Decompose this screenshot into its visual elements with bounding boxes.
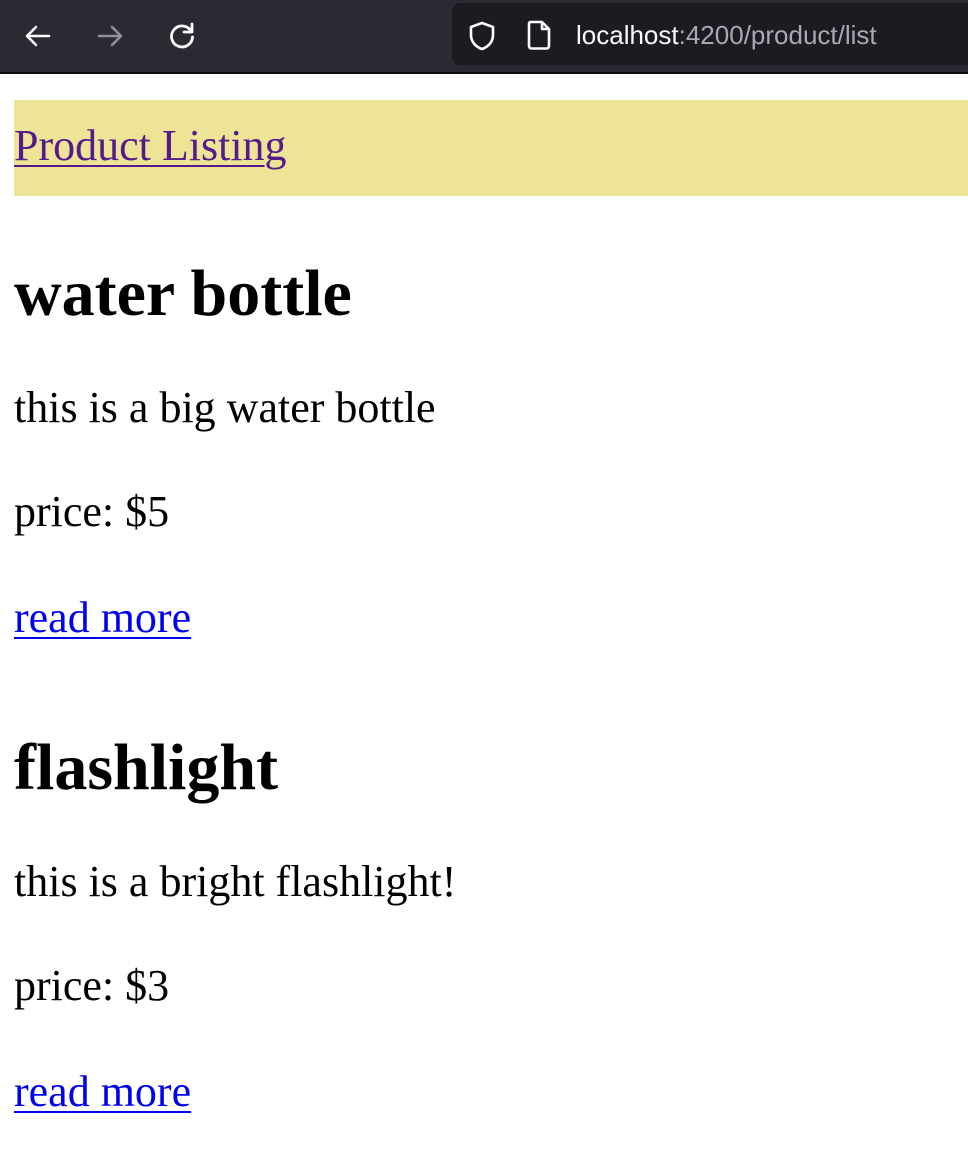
- product-name: water bottle: [14, 257, 352, 330]
- url-text[interactable]: localhost:4200/product/list: [576, 17, 877, 53]
- back-button[interactable]: [18, 16, 58, 56]
- forward-button[interactable]: [90, 16, 130, 56]
- address-bar[interactable]: localhost:4200/product/list: [452, 3, 968, 65]
- reload-icon: [170, 22, 194, 49]
- url-path: :4200/product/list: [678, 20, 877, 50]
- read-more-link[interactable]: read more: [14, 1066, 191, 1118]
- product-price: price: $3: [14, 961, 170, 1010]
- product-price: price: $5: [14, 487, 170, 536]
- shield-icon[interactable]: [466, 20, 498, 52]
- product-description: this is a bright flashlight!: [14, 857, 457, 906]
- product-listing-link[interactable]: Product Listing: [14, 120, 287, 172]
- page-icon[interactable]: [524, 19, 554, 51]
- app-header: Product Listing: [14, 100, 968, 196]
- browser-toolbar: localhost:4200/product/list: [0, 0, 968, 74]
- arrow-right-icon: [97, 25, 123, 47]
- arrow-left-icon: [25, 25, 51, 47]
- url-host: localhost: [576, 20, 679, 50]
- product-description: this is a big water bottle: [14, 383, 436, 432]
- read-more-link[interactable]: read more: [14, 592, 191, 644]
- product-name: flashlight: [14, 731, 279, 804]
- reload-button[interactable]: [162, 16, 202, 56]
